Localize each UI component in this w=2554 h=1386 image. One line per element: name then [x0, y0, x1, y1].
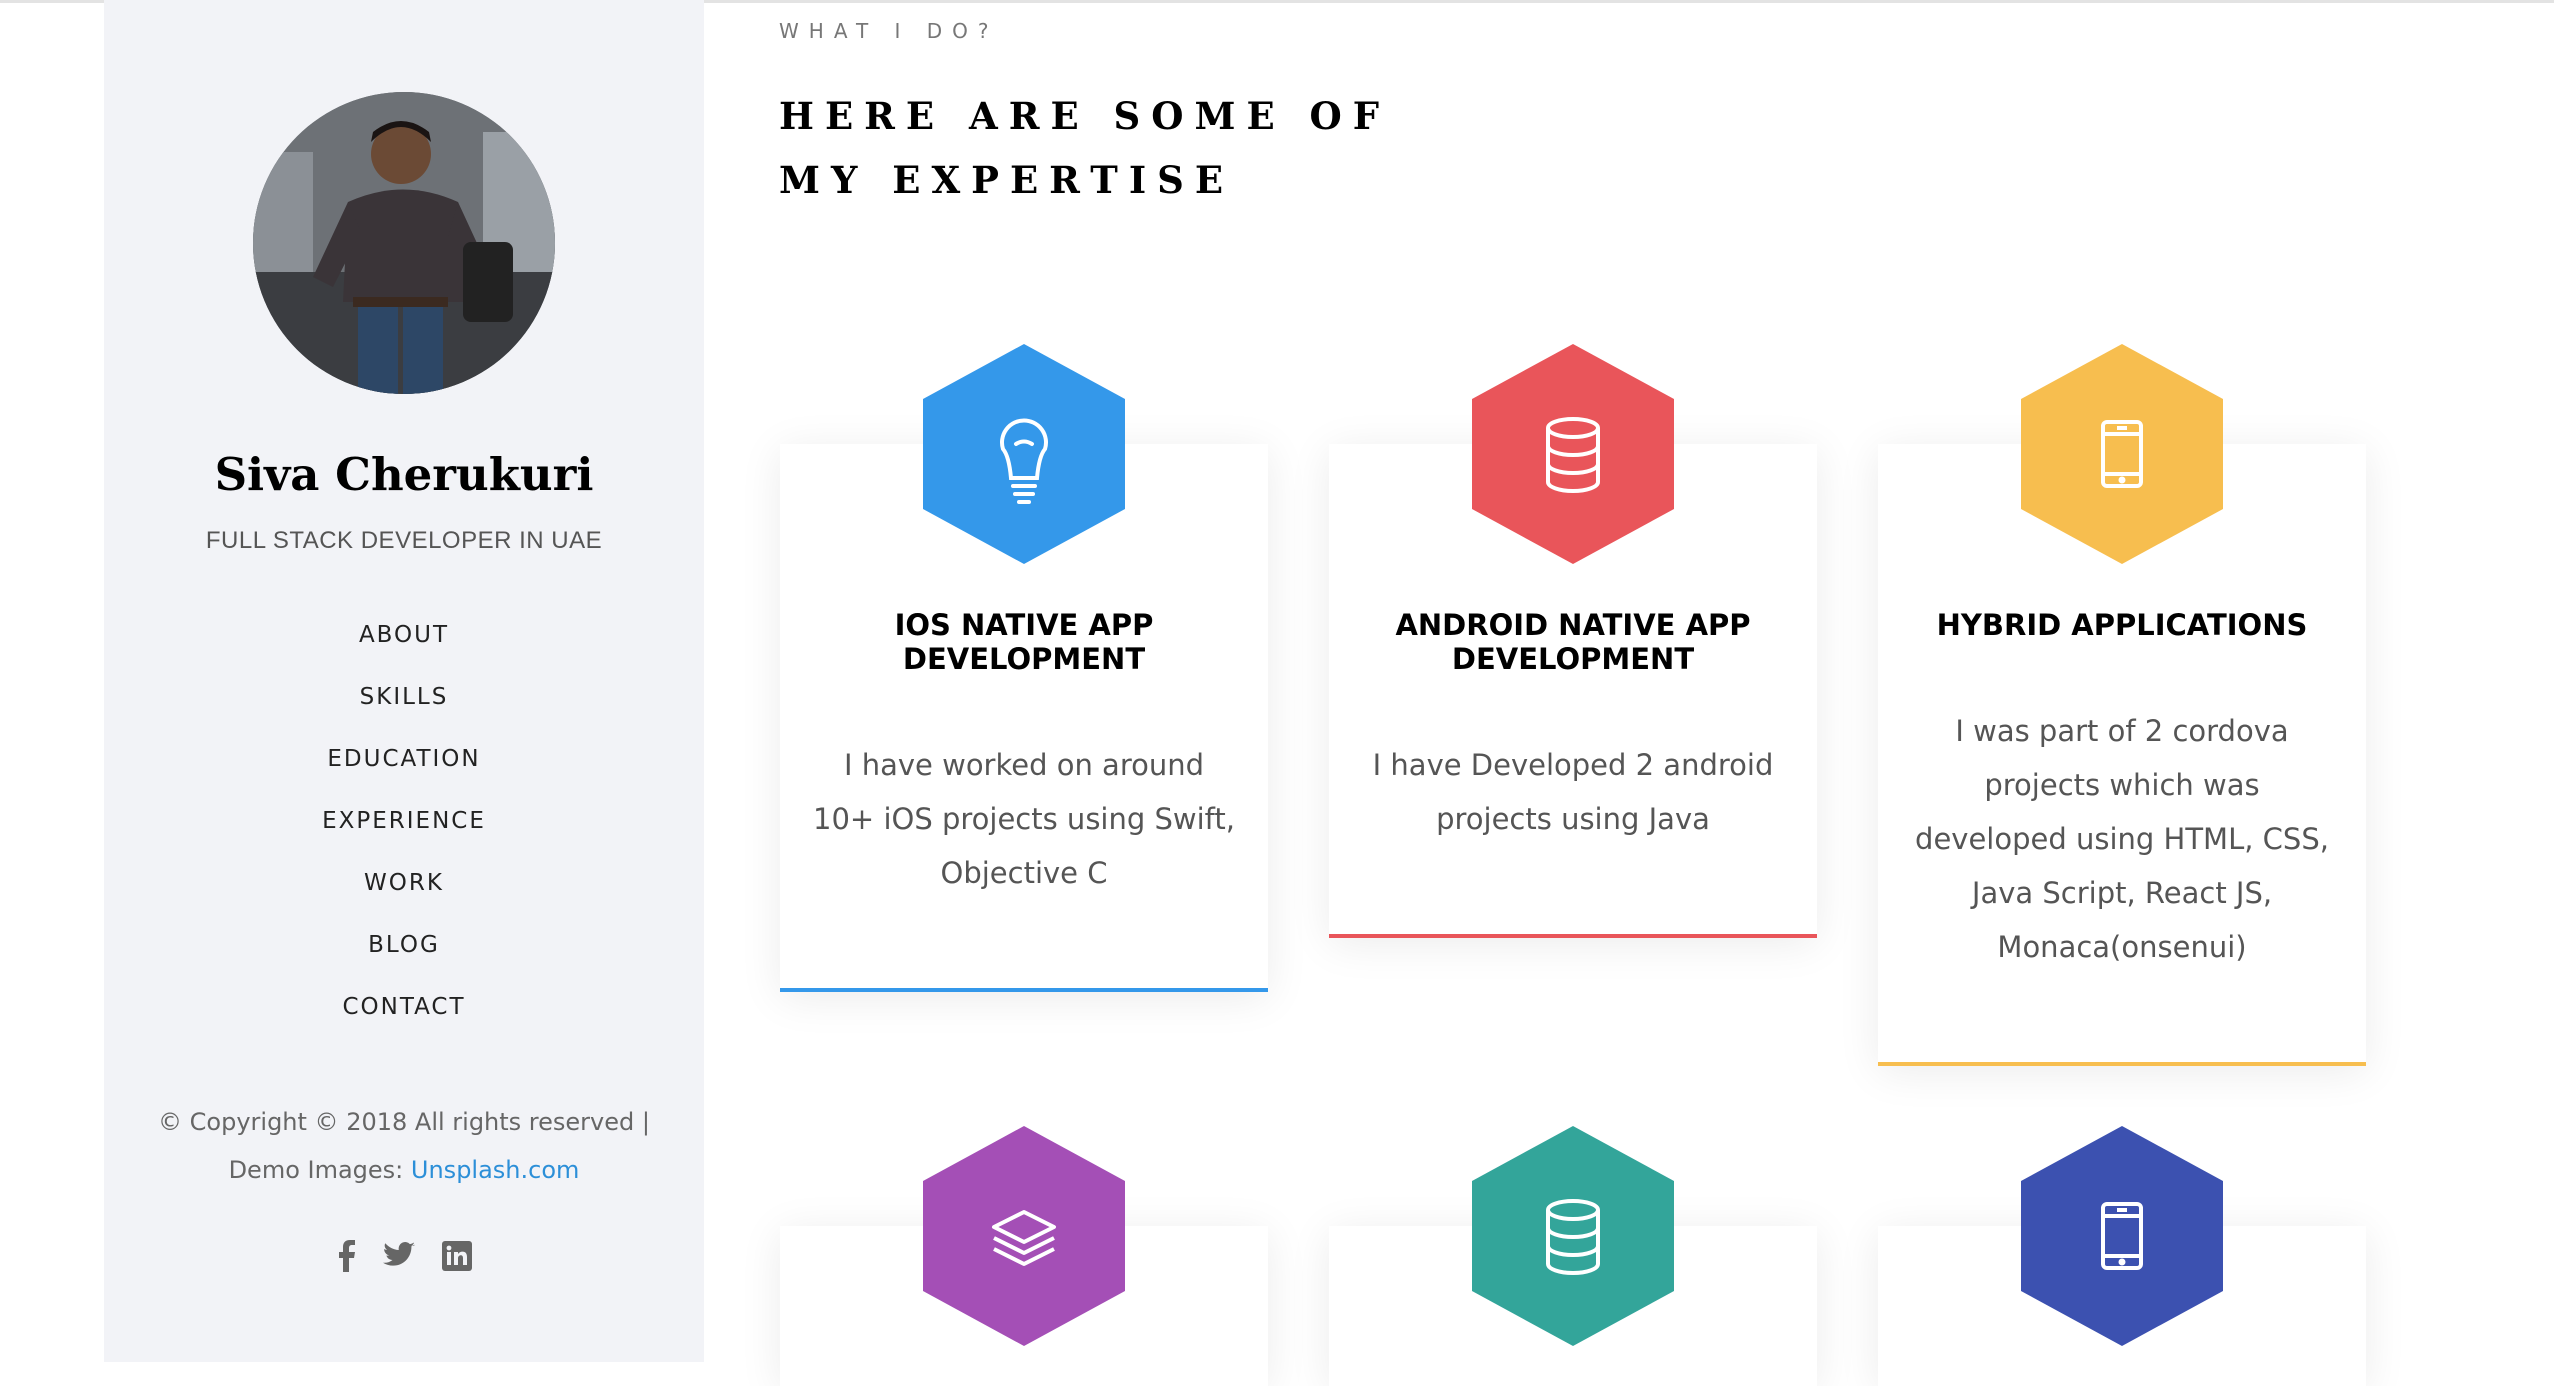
- section-heading: HERE ARE SOME OF MY EXPERTISE: [779, 94, 1391, 202]
- service-hexagon-android: [1472, 344, 1674, 564]
- avatar: [253, 92, 555, 394]
- twitter-icon[interactable]: [383, 1242, 415, 1274]
- nav-education[interactable]: EDUCATION: [104, 743, 704, 805]
- service-title: HYBRID APPLICATIONS: [1936, 608, 2308, 642]
- service-hexagon-4: [923, 1126, 1125, 1346]
- card-accent-bar: [1878, 1062, 2366, 1066]
- profile-name: Siva Cherukuri: [214, 448, 594, 501]
- nav-skills[interactable]: SKILLS: [104, 681, 704, 743]
- nav-experience[interactable]: EXPERIENCE: [104, 805, 704, 867]
- service-desc: I was part of 2 cordova projects which w…: [1915, 714, 2329, 964]
- nav-about[interactable]: ABOUT: [104, 619, 704, 681]
- unsplash-link[interactable]: Unsplash.com: [411, 1156, 580, 1184]
- service-hexagon-6: [2021, 1126, 2223, 1346]
- profile-role: FULL STACK DEVELOPER IN UAE: [205, 527, 603, 554]
- copyright-text: © Copyright © 2018 All rights reserved |: [158, 1108, 650, 1136]
- social-links: [104, 1240, 704, 1276]
- service-desc: I have Developed 2 android projects usin…: [1372, 748, 1774, 836]
- nav-contact[interactable]: CONTACT: [104, 991, 704, 1053]
- service-desc: I have worked on around 10+ iOS projects…: [813, 748, 1235, 890]
- service-title: ANDROID NATIVE APP DEVELOPMENT: [1395, 608, 1751, 676]
- nav-work[interactable]: WORK: [104, 867, 704, 929]
- section-eyebrow: WHAT I DO?: [779, 19, 999, 43]
- service-hexagon-hybrid: [2021, 344, 2223, 564]
- sidebar: Siva Cherukuri FULL STACK DEVELOPER IN U…: [104, 0, 704, 1362]
- demo-images-label: Demo Images:: [228, 1156, 411, 1184]
- sidebar-nav: ABOUT SKILLS EDUCATION EXPERIENCE WORK B…: [104, 619, 704, 1053]
- card-accent-bar: [1329, 934, 1817, 938]
- service-hexagon-5: [1472, 1126, 1674, 1346]
- copyright: © Copyright © 2018 All rights reserved |…: [144, 1098, 664, 1194]
- service-hexagon-ios: [923, 344, 1125, 564]
- facebook-icon[interactable]: [336, 1240, 356, 1276]
- service-title: IOS NATIVE APP DEVELOPMENT: [894, 608, 1154, 676]
- linkedin-icon[interactable]: [442, 1241, 473, 1275]
- card-accent-bar: [780, 988, 1268, 992]
- nav-blog[interactable]: BLOG: [104, 929, 704, 991]
